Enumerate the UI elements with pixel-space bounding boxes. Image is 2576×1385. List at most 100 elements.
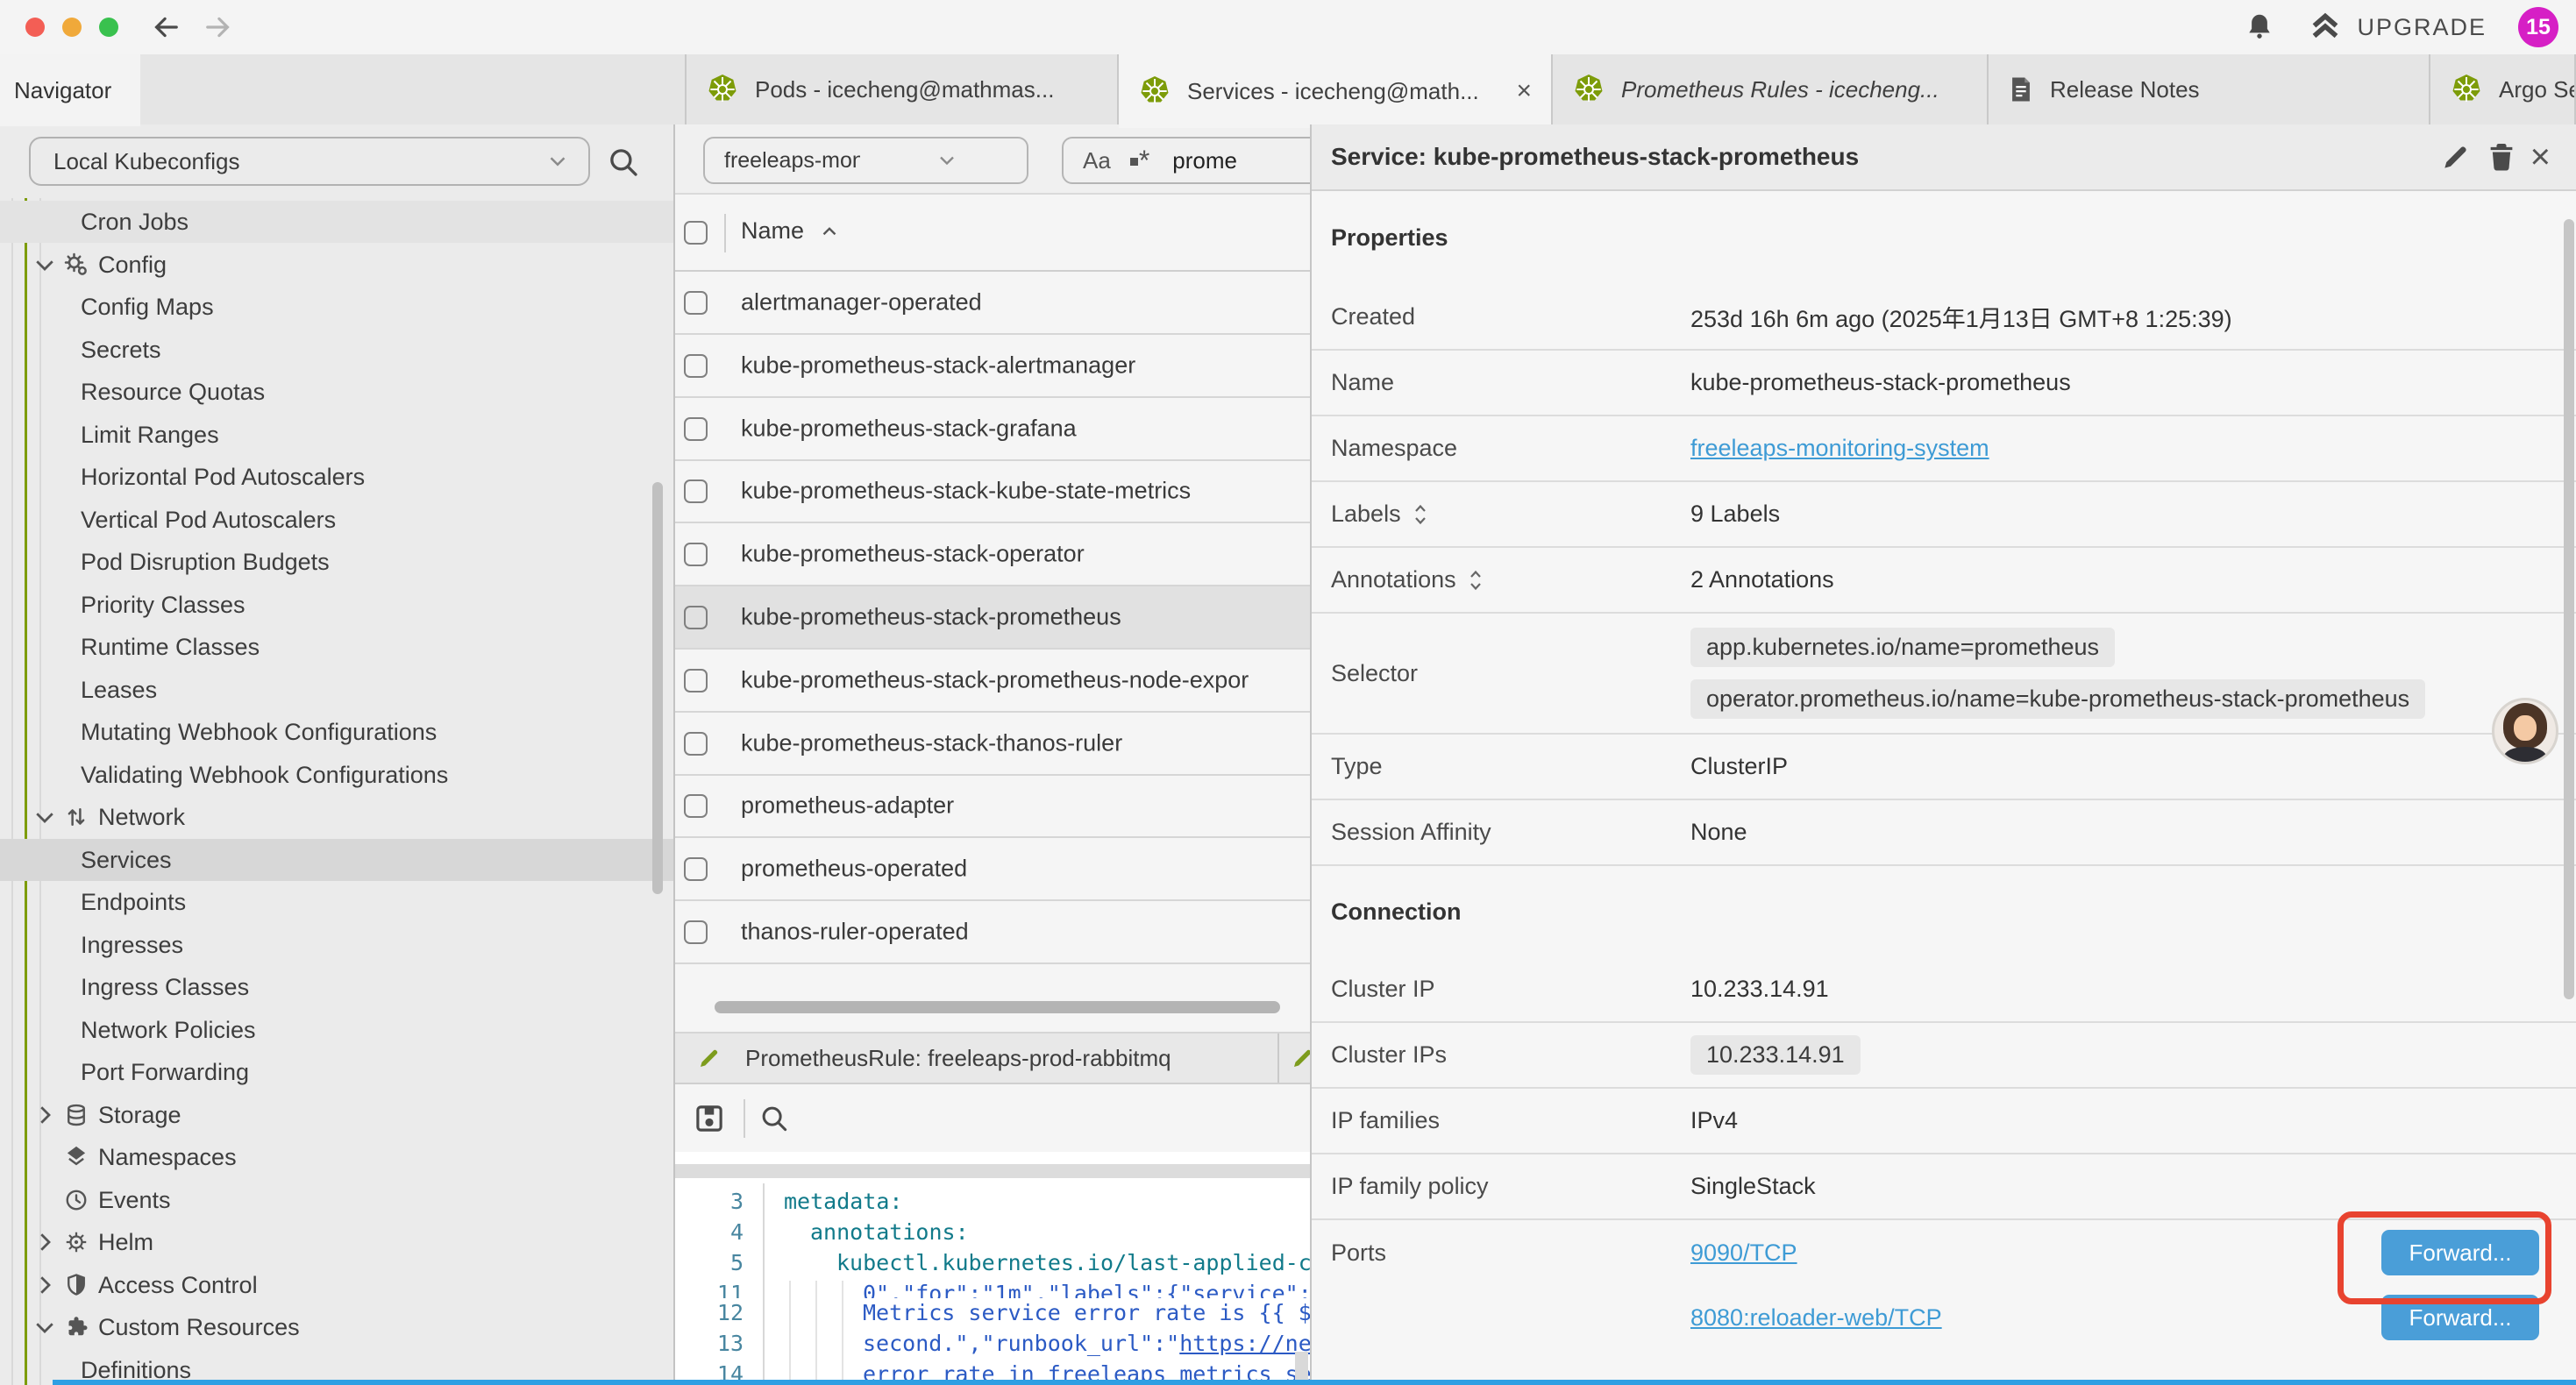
editor-search-button[interactable]	[758, 1102, 791, 1135]
detail-label-text: Session Affinity	[1331, 819, 1491, 846]
sidebar-item-leases[interactable]: Leases	[0, 669, 675, 711]
tab-pods[interactable]: Pods - icecheng@mathmas...	[685, 54, 1119, 124]
name-column-header[interactable]: Name	[741, 217, 841, 245]
row-checkbox[interactable]	[684, 606, 708, 629]
sidebar-item-helm[interactable]: Helm	[0, 1221, 675, 1263]
detail-scrollbar[interactable]	[2564, 219, 2574, 999]
save-button[interactable]	[691, 1100, 728, 1137]
value-chip: 10.233.14.91	[1690, 1035, 1861, 1075]
row-checkbox[interactable]	[684, 291, 708, 315]
table-row[interactable]: kube-prometheus-stack-alertmanager	[675, 335, 1310, 398]
regex-toggle[interactable]: *	[1130, 145, 1149, 177]
chevron-down-icon[interactable]	[32, 252, 58, 278]
match-case-toggle[interactable]: Aa	[1083, 147, 1111, 174]
sidebar-search-button[interactable]	[605, 144, 642, 181]
select-all-checkbox[interactable]	[684, 221, 708, 245]
sidebar-item-pod-disruption-budgets[interactable]: Pod Disruption Budgets	[0, 541, 675, 583]
horizontal-scrollbar[interactable]	[715, 1001, 1280, 1013]
chevron-down-icon[interactable]	[32, 804, 58, 830]
row-checkbox[interactable]	[684, 354, 708, 378]
editor-tab-partial[interactable]	[1279, 1033, 1310, 1083]
sidebar-item-endpoints[interactable]: Endpoints	[0, 881, 675, 923]
table-row[interactable]: kube-prometheus-stack-prometheus	[675, 586, 1310, 650]
detail-row-selector: Selectorapp.kubernetes.io/name=prometheu…	[1312, 614, 2576, 735]
close-panel-button[interactable]: ×	[2530, 138, 2551, 177]
row-checkbox[interactable]	[684, 920, 708, 944]
sidebar-item-horizontal-pod-autoscalers[interactable]: Horizontal Pod Autoscalers	[0, 456, 675, 498]
sidebar-item-config-maps[interactable]: Config Maps	[0, 286, 675, 328]
table-row[interactable]: kube-prometheus-stack-thanos-ruler	[675, 713, 1310, 776]
sidebar-item-custom-resources[interactable]: Custom Resources	[0, 1306, 675, 1348]
user-avatar[interactable]	[2492, 698, 2558, 764]
sidebar-item-mutating-webhook-configurations[interactable]: Mutating Webhook Configurations	[0, 711, 675, 753]
edit-button[interactable]	[2439, 138, 2473, 177]
row-checkbox[interactable]	[684, 669, 708, 692]
tab-argo[interactable]: Argo Se	[2430, 54, 2576, 124]
row-checkbox[interactable]	[684, 857, 708, 881]
sidebar-item-storage[interactable]: Storage	[0, 1094, 675, 1136]
row-name: thanos-ruler-operated	[741, 919, 969, 946]
sidebar-item-cron-jobs[interactable]: Cron Jobs	[0, 201, 675, 243]
sidebar-item-events[interactable]: Events	[0, 1179, 675, 1221]
maximize-window-button[interactable]	[99, 18, 118, 37]
chevron-right-icon[interactable]	[32, 1272, 58, 1298]
port-link[interactable]: 9090/TCP	[1690, 1239, 1797, 1267]
forward-button[interactable]	[200, 9, 237, 46]
editor-link[interactable]: https://net	[1179, 1331, 1310, 1356]
sidebar-item-namespaces[interactable]: Namespaces	[0, 1136, 675, 1178]
sidebar-item-limit-ranges[interactable]: Limit Ranges	[0, 414, 675, 456]
sidebar-item-priority-classes[interactable]: Priority Classes	[0, 584, 675, 626]
row-checkbox[interactable]	[684, 732, 708, 756]
table-row[interactable]: kube-prometheus-stack-grafana	[675, 398, 1310, 461]
editor-scrollbar[interactable]	[1295, 1352, 1308, 1381]
port-link[interactable]: 8080:reloader-web/TCP	[1690, 1304, 1942, 1332]
yaml-editor[interactable]: 3metadata:4annotations:5kubectl.kubernet…	[675, 1152, 1310, 1385]
back-button[interactable]	[147, 9, 184, 46]
tab-prometheus[interactable]: Prometheus Rules - icecheng...	[1553, 54, 1989, 124]
row-checkbox[interactable]	[684, 543, 708, 566]
sidebar-item-network-policies[interactable]: Network Policies	[0, 1009, 675, 1051]
notification-bell-icon[interactable]	[2243, 11, 2276, 44]
prometheusrule-tab[interactable]: PrometheusRule: freeleaps-prod-rabbitmq	[675, 1033, 1279, 1083]
sidebar-item-access-control[interactable]: Access Control	[0, 1264, 675, 1306]
sidebar-item-validating-webhook-configurations[interactable]: Validating Webhook Configurations	[0, 754, 675, 796]
sidebar-item-ingress-classes[interactable]: Ingress Classes	[0, 966, 675, 1008]
sidebar-item-secrets[interactable]: Secrets	[0, 329, 675, 371]
row-checkbox[interactable]	[684, 417, 708, 441]
table-row[interactable]: prometheus-operated	[675, 838, 1310, 901]
sidebar-item-resource-quotas[interactable]: Resource Quotas	[0, 371, 675, 413]
chevron-right-icon[interactable]	[32, 1229, 58, 1255]
navigator-tab[interactable]: Navigator	[0, 54, 140, 126]
sidebar-item-runtime-classes[interactable]: Runtime Classes	[0, 626, 675, 668]
upgrade-button[interactable]: UPGRADE	[2308, 10, 2487, 45]
table-row[interactable]: prometheus-adapter	[675, 775, 1310, 838]
tab-services[interactable]: Services - icecheng@math...×	[1119, 54, 1553, 128]
table-row[interactable]: kube-prometheus-stack-prometheus-node-ex…	[675, 650, 1310, 713]
tab-release[interactable]: Release Notes	[1989, 54, 2430, 124]
sidebar-scrollbar[interactable]	[652, 482, 663, 894]
delete-button[interactable]	[2485, 138, 2518, 177]
sidebar-item-ingresses[interactable]: Ingresses	[0, 924, 675, 966]
row-checkbox[interactable]	[684, 794, 708, 818]
sidebar-item-services[interactable]: Services	[0, 839, 675, 881]
sidebar-item-vertical-pod-autoscalers[interactable]: Vertical Pod Autoscalers	[0, 499, 675, 541]
sidebar-item-config[interactable]: Config	[0, 244, 675, 286]
kubeconfig-dropdown[interactable]: Local Kubeconfigs	[29, 137, 590, 186]
chevron-down-icon[interactable]	[32, 1314, 58, 1340]
namespace-link[interactable]: freeleaps-monitoring-system	[1690, 435, 1989, 462]
close-window-button[interactable]	[25, 18, 45, 37]
table-row[interactable]: alertmanager-operated	[675, 272, 1310, 335]
notification-badge[interactable]: 15	[2518, 7, 2558, 47]
table-row[interactable]: kube-prometheus-stack-operator	[675, 523, 1310, 586]
chevron-right-icon[interactable]	[32, 1102, 58, 1128]
minimize-window-button[interactable]	[62, 18, 82, 37]
sidebar-item-port-forwarding[interactable]: Port Forwarding	[0, 1051, 675, 1093]
namespace-dropdown[interactable]: freeleaps-monitoring-system	[703, 137, 1028, 184]
close-tab-icon[interactable]: ×	[1516, 76, 1532, 106]
row-checkbox[interactable]	[684, 479, 708, 503]
editor-line: 5kubectl.kubernetes.io/last-applied-co	[675, 1250, 1310, 1281]
table-row[interactable]: thanos-ruler-operated	[675, 901, 1310, 964]
search-input[interactable]: Aa * prome	[1062, 137, 1310, 184]
table-row[interactable]: kube-prometheus-stack-kube-state-metrics	[675, 460, 1310, 523]
sidebar-item-network[interactable]: Network	[0, 796, 675, 838]
